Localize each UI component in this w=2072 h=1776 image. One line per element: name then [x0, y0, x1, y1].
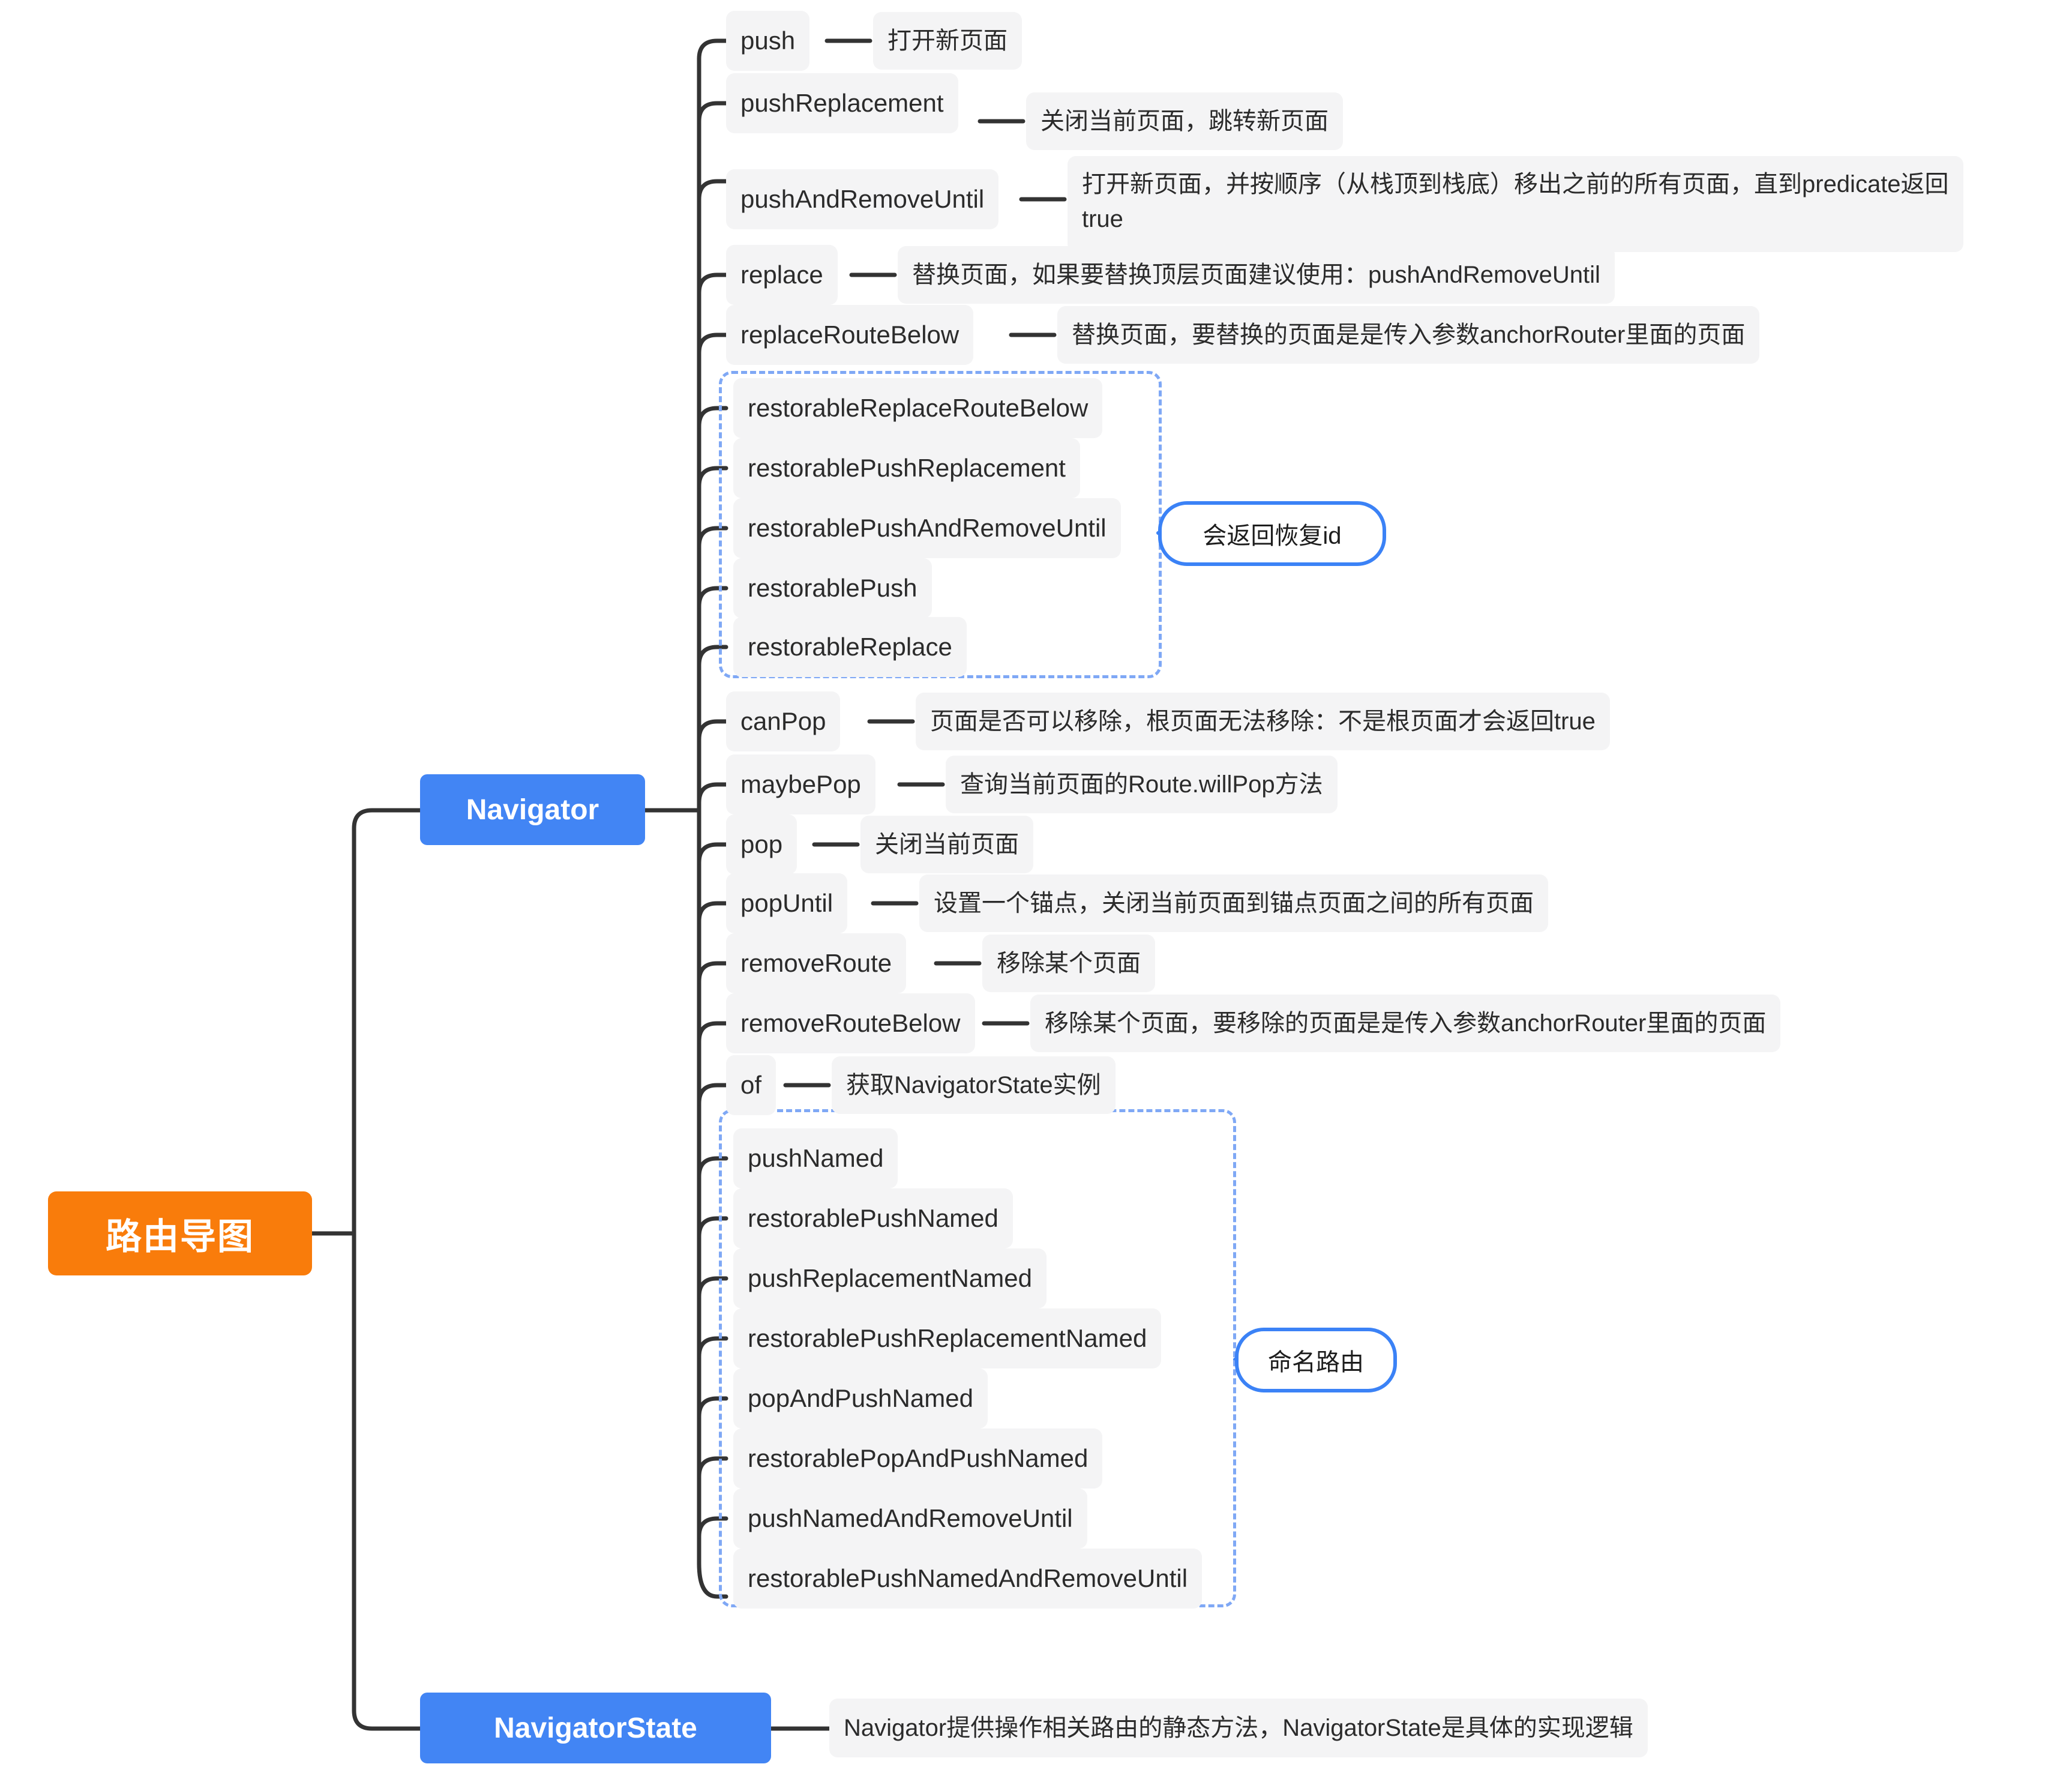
leaf-node-pushreplacementnamed[interactable]: pushReplacementNamed	[733, 1248, 1047, 1308]
leaf-node-restorablereplaceroutebelow[interactable]: restorableReplaceRouteBelow	[733, 378, 1103, 438]
navigatorstate-description: Navigator提供操作相关路由的静态方法，NavigatorState是具体…	[829, 1699, 1648, 1757]
leaf-node-canpop[interactable]: canPop	[726, 691, 841, 751]
mindmap-canvas: 路由导图 Navigator NavigatorState Navigator提…	[0, 0, 2072, 1776]
desc-node-text: 打开新页面，并按顺序（从栈顶到栈底）移出之前的所有页面，直到predicate返…	[1082, 171, 1949, 232]
leaf-node-restorablepushnamedandremoveuntil[interactable]: restorablePushNamedAndRemoveUntil	[733, 1549, 1203, 1609]
leaf-node-label: pushReplacement	[740, 89, 944, 117]
leaf-node-label: restorablePush	[748, 574, 917, 602]
desc-node-replace: 替换页面，如果要替换顶层页面建议使用：pushAndRemoveUntil	[898, 246, 1615, 304]
leaf-node-label: pushAndRemoveUntil	[740, 185, 985, 213]
leaf-node-replaceroutebelow[interactable]: replaceRouteBelow	[726, 305, 974, 365]
desc-node-text: 替换页面，如果要替换顶层页面建议使用：pushAndRemoveUntil	[912, 262, 1600, 288]
desc-node-removeroutebelow: 移除某个页面，要移除的页面是是传入参数anchorRouter里面的页面	[1030, 995, 1781, 1052]
desc-node-removeroute: 移除某个页面	[982, 935, 1155, 992]
desc-node-maybepop: 查询当前页面的Route.willPop方法	[946, 756, 1338, 813]
leaf-node-pop[interactable]: pop	[726, 814, 797, 874]
desc-node-text: 查询当前页面的Route.willPop方法	[960, 771, 1323, 798]
root-node-label: 路由导图	[106, 1216, 254, 1257]
branch-node-navigatorstate[interactable]: NavigatorState	[420, 1693, 771, 1763]
leaf-node-label: restorablePushReplacement	[748, 454, 1066, 482]
leaf-node-of[interactable]: of	[726, 1055, 776, 1115]
desc-node-replaceroutebelow: 替换页面，要替换的页面是是传入参数anchorRouter里面的页面	[1057, 306, 1760, 364]
leaf-node-restorablepushreplacementnamed[interactable]: restorablePushReplacementNamed	[733, 1308, 1162, 1368]
leaf-node-push[interactable]: push	[726, 11, 810, 71]
leaf-node-label: replaceRouteBelow	[740, 321, 959, 349]
leaf-node-label: maybePop	[740, 770, 861, 798]
leaf-node-restorablereplace[interactable]: restorableReplace	[733, 617, 967, 677]
root-node[interactable]: 路由导图	[48, 1191, 312, 1275]
callout-restorable-label: 会返回恢复id	[1203, 523, 1342, 549]
leaf-node-pushnamed[interactable]: pushNamed	[733, 1128, 898, 1188]
desc-node-push: 打开新页面	[873, 12, 1022, 70]
leaf-node-label: pushNamedAndRemoveUntil	[748, 1504, 1073, 1532]
desc-node-pushandremoveuntil: 打开新页面，并按顺序（从栈顶到栈底）移出之前的所有页面，直到predicate返…	[1068, 156, 1963, 252]
leaf-node-label: restorablePopAndPushNamed	[748, 1444, 1089, 1472]
desc-node-text: 设置一个锚点，关闭当前页面到锚点页面之间的所有页面	[934, 890, 1534, 917]
leaf-node-restorablepopandpushnamed[interactable]: restorablePopAndPushNamed	[733, 1428, 1103, 1489]
leaf-node-label: restorablePushNamedAndRemoveUntil	[748, 1564, 1188, 1592]
leaf-node-pushreplacement[interactable]: pushReplacement	[726, 73, 958, 133]
desc-node-text: 获取NavigatorState实例	[846, 1072, 1101, 1098]
leaf-node-label: restorablePushReplacementNamed	[748, 1324, 1147, 1352]
desc-node-text: 替换页面，要替换的页面是是传入参数anchorRouter里面的页面	[1072, 322, 1746, 348]
leaf-node-removeroutebelow[interactable]: removeRouteBelow	[726, 993, 975, 1053]
leaf-node-label: pop	[740, 830, 783, 858]
branch-node-navigator[interactable]: Navigator	[420, 774, 645, 845]
leaf-node-label: popAndPushNamed	[748, 1384, 973, 1412]
desc-node-text: 移除某个页面，要移除的页面是是传入参数anchorRouter里面的页面	[1045, 1010, 1767, 1037]
leaf-node-restorablepushandremoveuntil[interactable]: restorablePushAndRemoveUntil	[733, 498, 1121, 558]
leaf-node-label: removeRoute	[740, 949, 892, 977]
leaf-node-restorablepushreplacement[interactable]: restorablePushReplacement	[733, 438, 1080, 498]
leaf-node-popuntil[interactable]: popUntil	[726, 873, 848, 933]
leaf-node-label: restorableReplaceRouteBelow	[748, 394, 1089, 422]
desc-node-text: 移除某个页面	[997, 950, 1141, 977]
branch-node-navigator-label: Navigator	[466, 793, 599, 826]
leaf-node-removeroute[interactable]: removeRoute	[726, 933, 907, 993]
navigatorstate-description-text: Navigator提供操作相关路由的静态方法，NavigatorState是具体…	[844, 1715, 1633, 1741]
leaf-node-label: pushNamed	[748, 1144, 884, 1172]
leaf-node-popandpushnamed[interactable]: popAndPushNamed	[733, 1368, 988, 1428]
desc-node-text: 打开新页面	[887, 28, 1007, 54]
callout-restorable: 会返回恢复id	[1158, 501, 1386, 566]
desc-node-canpop: 页面是否可以移除，根页面无法移除：不是根页面才会返回true	[916, 693, 1610, 750]
desc-node-text: 关闭当前页面	[875, 831, 1019, 858]
leaf-node-label: push	[740, 26, 796, 55]
leaf-node-label: restorablePushAndRemoveUntil	[748, 514, 1107, 542]
leaf-node-label: restorableReplace	[748, 633, 952, 661]
leaf-node-label: restorablePushNamed	[748, 1204, 998, 1232]
desc-node-pop: 关闭当前页面	[860, 816, 1033, 873]
desc-node-popuntil: 设置一个锚点，关闭当前页面到锚点页面之间的所有页面	[919, 874, 1548, 932]
leaf-node-pushandremoveuntil[interactable]: pushAndRemoveUntil	[726, 169, 999, 229]
desc-node-text: 页面是否可以移除，根页面无法移除：不是根页面才会返回true	[930, 708, 1596, 735]
leaf-node-replace[interactable]: replace	[726, 245, 838, 305]
leaf-node-pushnamedandremoveuntil[interactable]: pushNamedAndRemoveUntil	[733, 1489, 1087, 1549]
desc-node-text: 关闭当前页面，跳转新页面	[1041, 108, 1329, 134]
leaf-node-maybepop[interactable]: maybePop	[726, 754, 875, 814]
leaf-node-label: replace	[740, 260, 823, 289]
leaf-node-label: popUntil	[740, 889, 833, 917]
leaf-node-label: pushReplacementNamed	[748, 1264, 1032, 1292]
leaf-node-restorablepushnamed[interactable]: restorablePushNamed	[733, 1188, 1013, 1248]
desc-node-pushreplacement: 关闭当前页面，跳转新页面	[1026, 92, 1343, 150]
desc-node-of: 获取NavigatorState实例	[832, 1056, 1116, 1114]
leaf-node-restorablepush[interactable]: restorablePush	[733, 558, 932, 618]
leaf-node-label: of	[740, 1071, 762, 1099]
callout-named-route-label: 命名路由	[1268, 1349, 1364, 1376]
callout-named-route: 命名路由	[1235, 1328, 1397, 1392]
leaf-node-label: canPop	[740, 707, 826, 735]
leaf-node-label: removeRouteBelow	[740, 1009, 961, 1037]
branch-node-navigatorstate-label: NavigatorState	[494, 1712, 697, 1744]
